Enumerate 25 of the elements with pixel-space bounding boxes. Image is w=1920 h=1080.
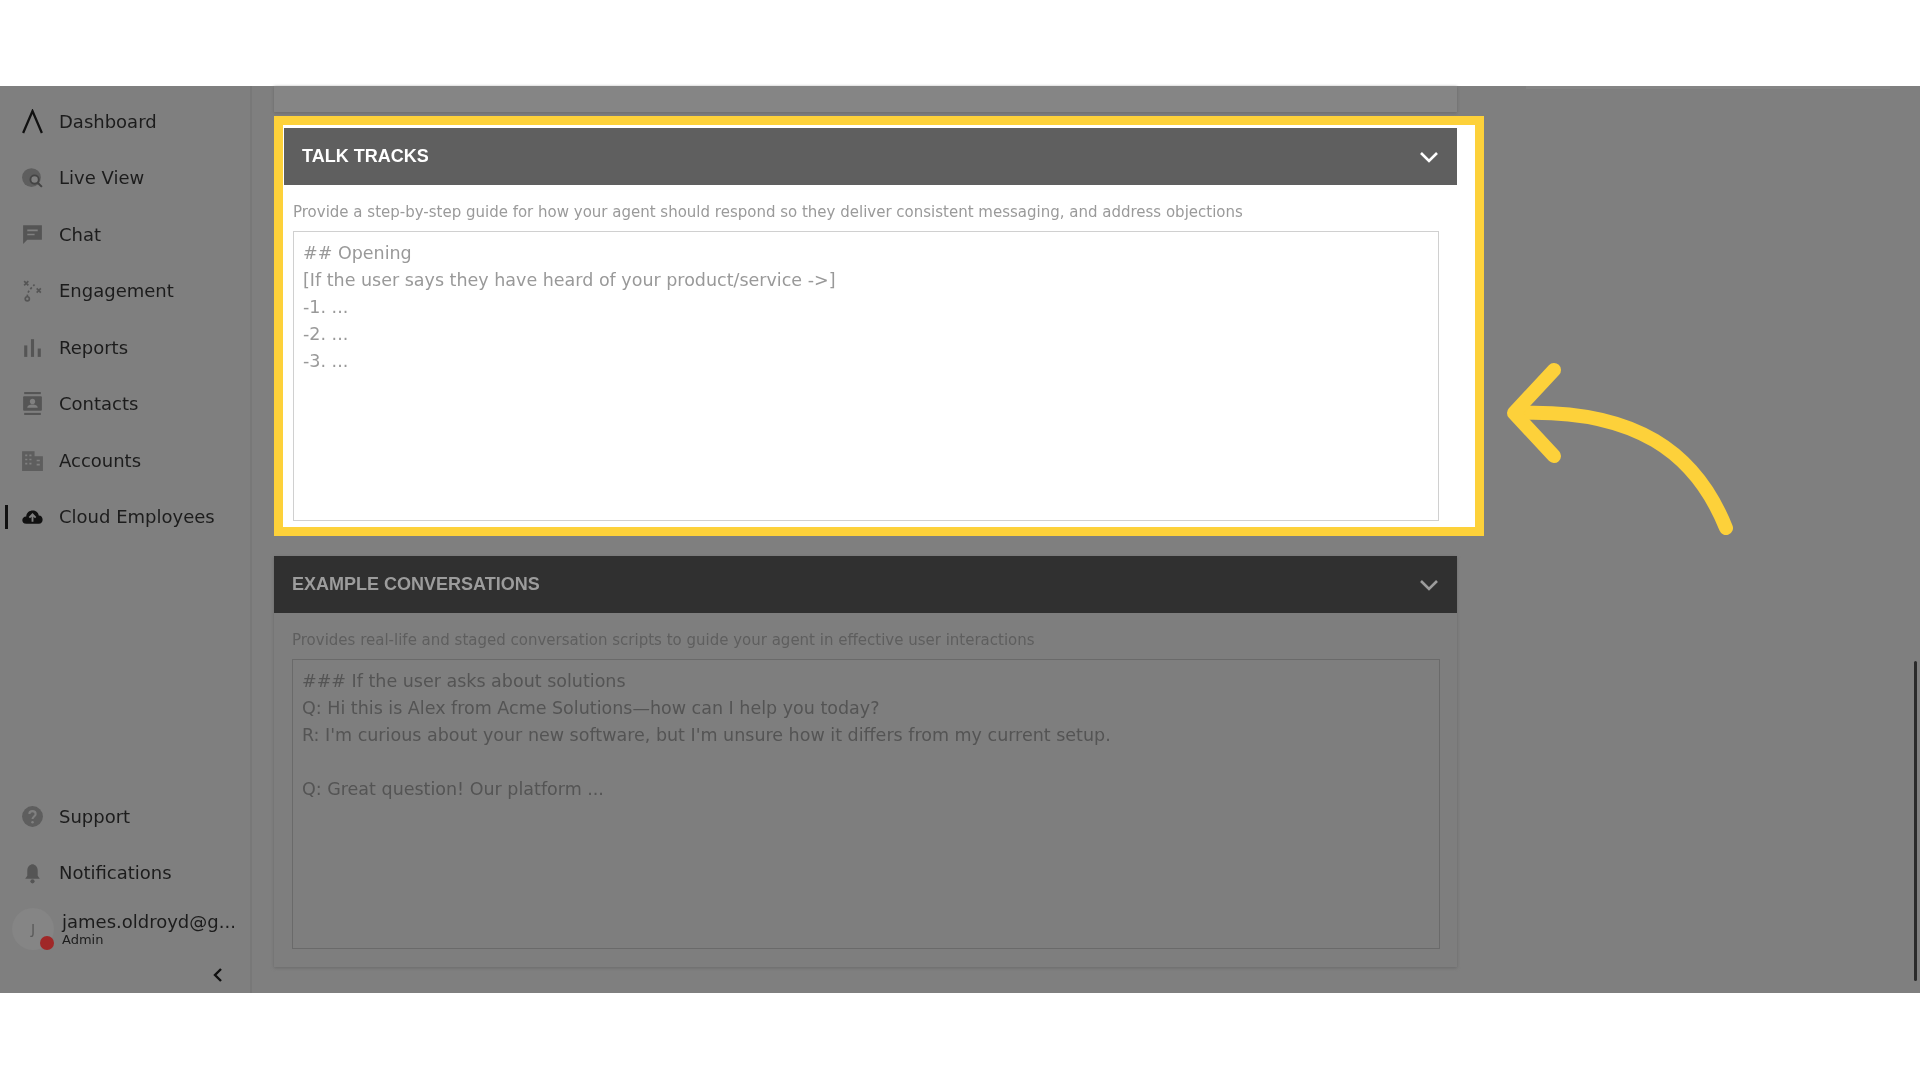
sidebar-item[interactable]: Live View [0,149,250,206]
logo-icon [20,108,45,134]
sidebar-item[interactable]: Reports [0,319,250,376]
user-email: james.oldroyd@g... [62,911,236,932]
sidebar-item[interactable]: Engagement [0,262,250,319]
section-title: EXAMPLE CONVERSATIONS [292,574,540,595]
chevron-down-icon [1419,578,1439,591]
section-header[interactable]: TALK TRACKS [284,128,1457,185]
chevron-down-icon [1419,150,1439,163]
help-icon [20,803,45,829]
sidebar-item[interactable]: Cloud Employees [0,488,250,545]
sidebar-item[interactable]: Dashboard [0,93,250,150]
scrollbar[interactable] [1914,661,1917,981]
section-header[interactable]: EXAMPLE CONVERSATIONS [274,556,1457,613]
contact-card-icon [20,391,45,417]
sidebar-item[interactable]: Accounts [0,432,250,489]
section-title: TALK TRACKS [302,146,429,167]
chevron-left-icon [212,967,224,983]
section-description: Provide a step-by-step guide for how your agent should respond so they deliver consistent messaging, and address objections [293,203,1244,221]
status-dot [40,936,54,950]
sidebar-item[interactable]: Contacts [0,375,250,432]
sidebar-item[interactable]: Support [0,788,250,845]
sidebar-item[interactable]: Chat [0,206,250,263]
sidebar-item[interactable]: Notifications [0,844,250,901]
user-role: Admin [62,932,105,947]
